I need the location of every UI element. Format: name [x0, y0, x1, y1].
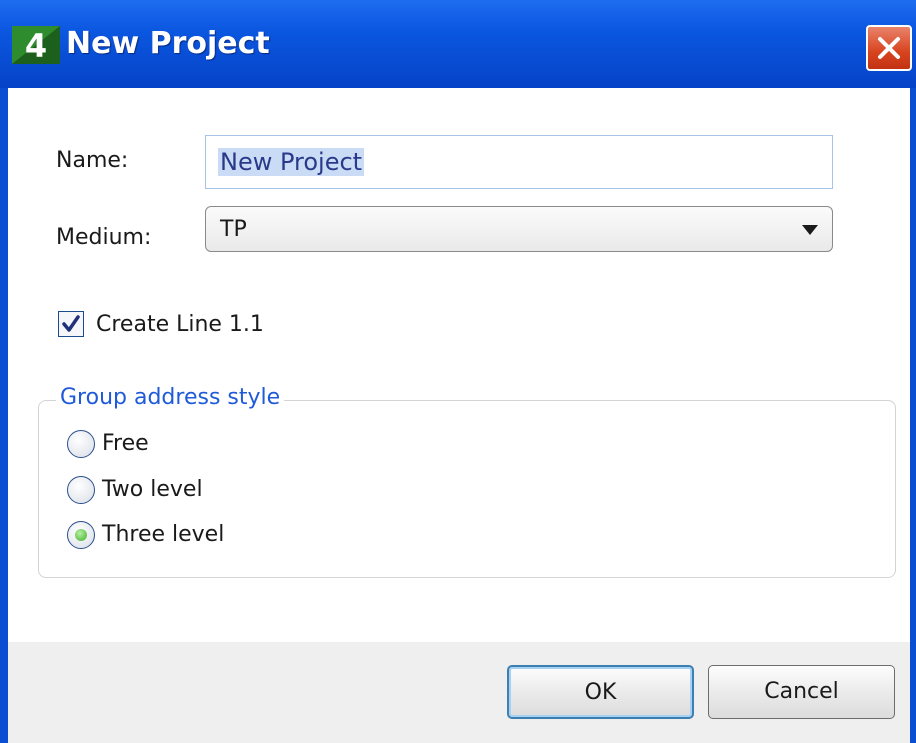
- cancel-button[interactable]: Cancel: [708, 665, 895, 719]
- group-address-legend: Group address style: [56, 385, 285, 410]
- radio-two-level[interactable]: [67, 476, 95, 504]
- radio-selected-dot: [75, 529, 87, 541]
- chevron-down-icon: [802, 225, 818, 235]
- name-input[interactable]: New Project: [205, 135, 833, 189]
- create-line-checkbox[interactable]: [58, 311, 84, 337]
- window-title: New Project: [66, 26, 270, 61]
- close-icon: [878, 37, 900, 59]
- ok-button[interactable]: OK: [507, 665, 694, 719]
- name-input-value: New Project: [218, 148, 365, 176]
- medium-select-value: TP: [220, 217, 247, 242]
- close-button[interactable]: [866, 25, 912, 71]
- radio-three-level[interactable]: [67, 521, 95, 549]
- name-label: Name:: [56, 148, 129, 173]
- create-line-label[interactable]: Create Line 1.1: [96, 312, 264, 337]
- radio-two-level-label[interactable]: Two level: [102, 477, 203, 502]
- knx-4-icon: 4: [12, 26, 60, 64]
- radio-free[interactable]: [67, 430, 95, 458]
- medium-select[interactable]: TP: [205, 206, 833, 252]
- svg-text:4: 4: [25, 27, 47, 64]
- dialog-window: 4 New Project Name: New Project Medium: …: [0, 0, 916, 743]
- checkmark-icon: [62, 315, 80, 332]
- radio-free-label[interactable]: Free: [102, 431, 149, 456]
- radio-three-level-label[interactable]: Three level: [102, 522, 224, 547]
- medium-label: Medium:: [56, 225, 152, 250]
- title-bar[interactable]: 4 New Project: [0, 0, 916, 88]
